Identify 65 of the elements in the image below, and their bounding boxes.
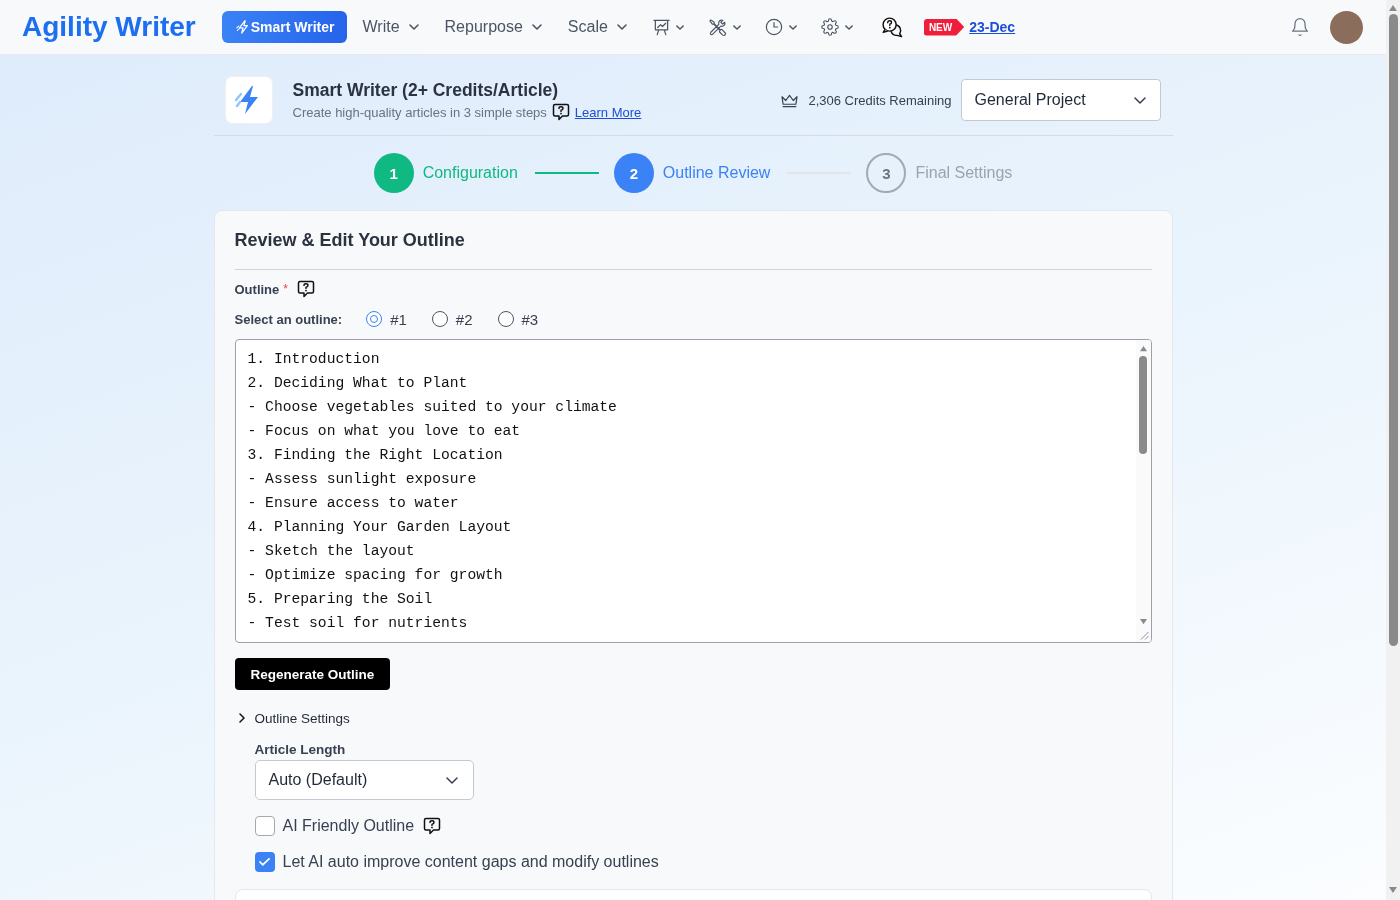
article-length-label: Article Length bbox=[254, 742, 346, 758]
article-length-select[interactable]: Auto (Default) bbox=[254, 760, 474, 800]
settings-icon[interactable] bbox=[820, 18, 839, 36]
scrollbar-thumb[interactable] bbox=[1388, 14, 1398, 646]
checkbox-label[interactable]: AI Friendly Outline bbox=[282, 817, 415, 835]
chevron-down-icon bbox=[408, 24, 419, 30]
regenerate-outline-button[interactable]: Regenerate Outline bbox=[234, 658, 391, 690]
project-select[interactable]: General Project bbox=[960, 79, 1161, 121]
radio-label[interactable]: #2 bbox=[455, 310, 473, 328]
new-badge: NEW bbox=[923, 18, 965, 36]
chevron-down-icon bbox=[1133, 96, 1146, 104]
tools-icon[interactable] bbox=[707, 17, 727, 37]
avatar-placeholder[interactable] bbox=[1330, 10, 1363, 44]
radio-label[interactable]: #1 bbox=[390, 310, 407, 328]
nav-menu[interactable]: Repurpose bbox=[444, 18, 542, 36]
page-subtitle: Create high-quality articles in 3 simple steps bbox=[292, 104, 547, 120]
radio-button[interactable] bbox=[366, 311, 383, 327]
radio-button[interactable] bbox=[431, 311, 448, 327]
learn-more-link[interactable]: Learn More bbox=[574, 104, 642, 120]
card-title: Review & Edit Your Outline bbox=[234, 229, 465, 252]
release-link[interactable]: 23-Dec bbox=[969, 19, 1016, 35]
page-title: Smart Writer (2+ Credits/Article) bbox=[292, 79, 559, 101]
scrollbar-thumb[interactable] bbox=[1139, 356, 1147, 454]
checkbox-label[interactable]: Let AI auto improve content gaps and modify outlines bbox=[282, 853, 659, 871]
help-chat-icon[interactable] bbox=[880, 15, 904, 39]
scroll-up-arrow-icon[interactable] bbox=[1388, 4, 1398, 12]
help-icon[interactable] bbox=[423, 817, 442, 835]
notification-bell-icon[interactable] bbox=[1290, 17, 1310, 37]
page-scrollbar[interactable] bbox=[1386, 0, 1400, 900]
radio-label[interactable]: #3 bbox=[521, 310, 539, 328]
nav-menu[interactable]: Write bbox=[362, 18, 419, 36]
chevron-down-icon bbox=[445, 776, 458, 784]
help-icon[interactable] bbox=[551, 103, 570, 121]
outline-settings-toggle[interactable]: Outline Settings bbox=[234, 708, 350, 728]
textarea-scrollbar[interactable] bbox=[1135, 340, 1151, 642]
chevron-down-icon[interactable] bbox=[732, 24, 741, 30]
nav-menu[interactable]: Scale bbox=[567, 18, 627, 36]
step-number[interactable]: 2 bbox=[613, 153, 654, 193]
step-number[interactable]: 3 bbox=[866, 153, 907, 193]
app-logo[interactable]: Agility Writer bbox=[22, 11, 196, 43]
chevron-down-icon[interactable] bbox=[788, 24, 797, 30]
chevron-down-icon bbox=[531, 24, 542, 30]
chevron-down-icon[interactable] bbox=[844, 24, 853, 30]
outline-textarea[interactable]: 1. Introduction 2. Deciding What to Plant - Choose vegetables suited to your climate - Focus on what you love to eat 3. Finding the Right Location - Assess sunlight exposure - Ensure access to water 4. Planning Your Garden Layout - Sketch the layout - Optimize spacing for growth 5. Preparing the Soil - Test soil for nutrients bbox=[234, 339, 1152, 643]
scroll-up-arrow-icon[interactable] bbox=[1138, 345, 1148, 352]
checkbox[interactable] bbox=[254, 852, 275, 872]
help-icon[interactable] bbox=[296, 280, 315, 298]
radio-button[interactable] bbox=[497, 311, 514, 327]
chevron-down-icon bbox=[616, 24, 627, 30]
required-mark: * bbox=[283, 282, 288, 296]
resize-grip-icon[interactable] bbox=[1139, 631, 1149, 640]
lightning-tile-icon bbox=[224, 76, 273, 124]
scroll-down-arrow-icon[interactable] bbox=[1388, 886, 1398, 894]
crown-icon bbox=[780, 92, 800, 108]
chevron-down-icon[interactable] bbox=[675, 24, 684, 30]
outline-label: Outline bbox=[234, 281, 280, 297]
scroll-down-arrow-icon[interactable] bbox=[1138, 618, 1148, 625]
select-outline-label: Select an outline: bbox=[234, 311, 343, 327]
checkbox[interactable] bbox=[254, 816, 275, 836]
credits-remaining: 2,306 Credits Remaining bbox=[808, 92, 952, 108]
lightning-icon bbox=[235, 20, 250, 34]
clock-icon[interactable] bbox=[764, 18, 783, 36]
checkmark-icon bbox=[259, 858, 270, 866]
presentation-chart-icon[interactable] bbox=[652, 18, 670, 36]
smart-writer-button[interactable]: Smart Writer bbox=[221, 11, 347, 43]
